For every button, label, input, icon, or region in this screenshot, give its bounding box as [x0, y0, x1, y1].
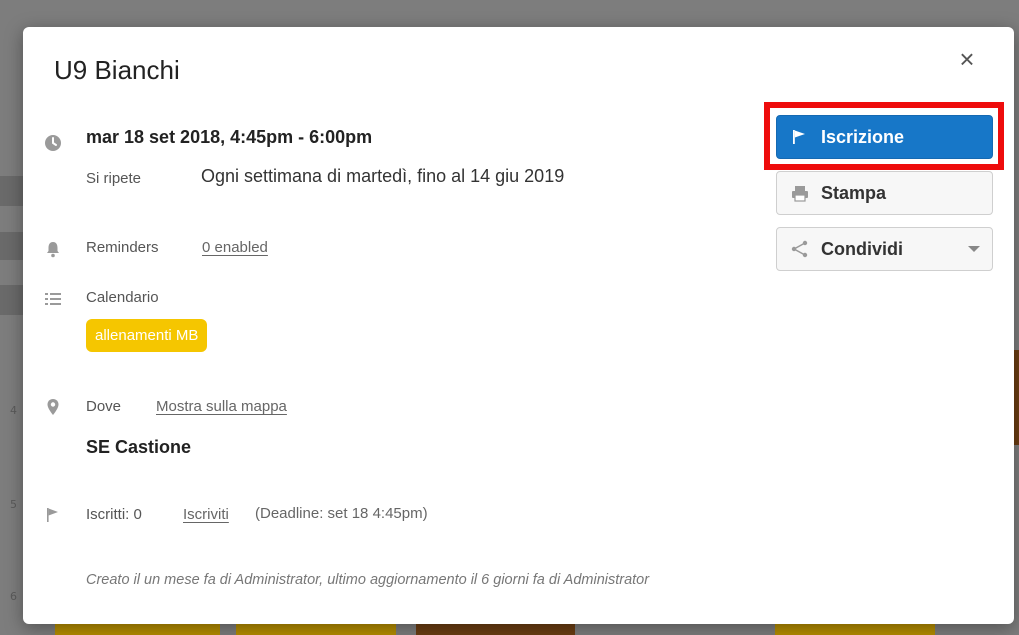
bg-event-block	[505, 624, 575, 635]
location-name: SE Castione	[86, 437, 192, 457]
repeat-value: Ogni settimana di martedì, fino al 14 gi…	[201, 166, 565, 186]
bell-icon	[43, 239, 63, 259]
calendar-label: Calendario	[86, 289, 159, 306]
registrations-count: Iscritti: 0	[86, 506, 142, 523]
metadata-note: Creato il un mese fa di Administrator, u…	[86, 572, 650, 588]
bg-event-block	[1014, 350, 1019, 445]
event-datetime: mar 18 set 2018, 4:45pm - 6:00pm	[86, 127, 373, 147]
bg-event-block	[775, 624, 935, 635]
repeat-label: Si ripete	[86, 170, 142, 187]
bg-day-number: 4	[10, 404, 17, 417]
map-link[interactable]: Mostra sulla mappa	[156, 398, 287, 415]
register-button[interactable]: Iscrizione	[776, 115, 993, 159]
bg-event-block	[236, 624, 396, 635]
location-label: Dove	[86, 398, 122, 415]
event-detail-modal: U9 Bianchi × mar 18 set 2018, 4:45pm - 6…	[23, 27, 1014, 624]
bg-fragment	[0, 232, 23, 260]
print-button[interactable]: Stampa	[776, 171, 993, 215]
bg-day-number: 5	[10, 498, 17, 511]
share-dropdown[interactable]: Condividi	[776, 227, 993, 271]
chevron-down-icon	[968, 246, 980, 252]
share-button-label: Condividi	[821, 238, 903, 259]
share-icon	[789, 239, 811, 259]
bg-fragment	[0, 285, 23, 315]
bg-fragment	[0, 176, 23, 206]
map-pin-icon	[43, 397, 63, 417]
calendar-badge[interactable]: allenamenti MB	[86, 319, 208, 352]
bg-day-number: 6	[10, 590, 17, 603]
clock-icon	[43, 133, 63, 153]
bg-event-block	[416, 624, 506, 635]
reminders-label: Reminders	[86, 239, 159, 256]
flag-icon	[789, 127, 811, 147]
flag-icon	[43, 505, 63, 525]
register-button-label: Iscrizione	[821, 126, 905, 147]
deadline-text: (Deadline: set 18 4:45pm)	[255, 505, 428, 522]
close-icon[interactable]: ×	[953, 45, 981, 73]
print-button-label: Stampa	[821, 182, 887, 203]
reminders-link[interactable]: 0 enabled	[202, 239, 268, 256]
register-link[interactable]: Iscriviti	[183, 506, 229, 523]
printer-icon	[789, 183, 811, 203]
list-icon	[43, 289, 63, 309]
bg-event-block	[55, 624, 220, 635]
event-title: U9 Bianchi	[54, 55, 180, 85]
